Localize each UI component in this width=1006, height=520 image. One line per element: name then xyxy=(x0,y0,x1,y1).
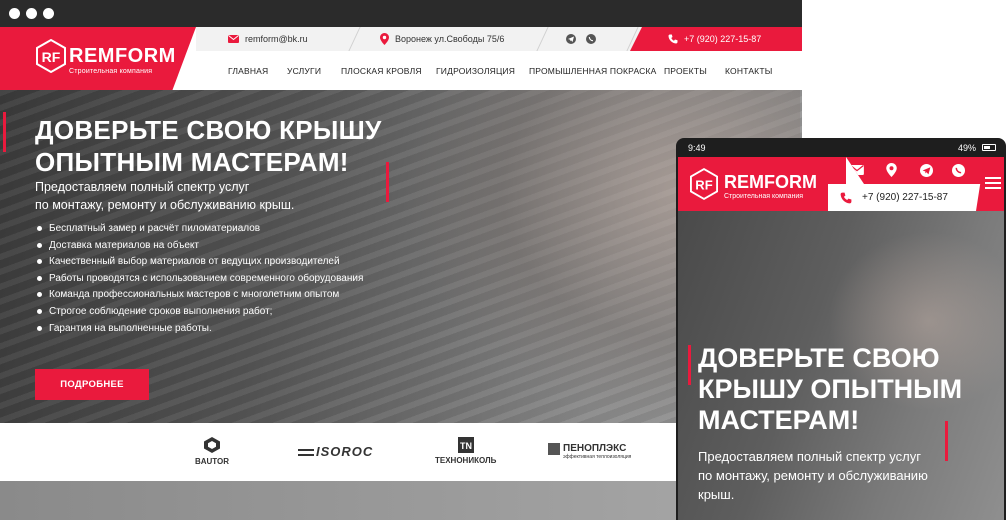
brand-tagline: Строительная компания xyxy=(724,193,804,200)
more-button[interactable]: ПОДРОБНЕЕ xyxy=(35,369,149,400)
accent-line xyxy=(3,112,6,152)
list-item: Строгое соблюдение сроков выполнения раб… xyxy=(35,305,385,318)
phone-contact[interactable]: +7 (920) 227-15-87 xyxy=(630,27,802,51)
mail-icon[interactable] xyxy=(850,165,864,175)
brand-penoplex[interactable]: ПЕНОПЛЭКС эффективная теплоизоляция xyxy=(548,443,631,460)
phone-text: +7 (920) 227-15-87 xyxy=(862,192,948,203)
brand-isoroc[interactable]: ISOROC xyxy=(298,444,373,459)
list-item: Команда профессиональных мастеров с мног… xyxy=(35,288,385,301)
mobile-header: RF REMFORM Строительная компания +7 (920… xyxy=(678,157,1004,211)
email-contact[interactable]: remform@bk.ru xyxy=(228,27,308,51)
window-dot-close[interactable] xyxy=(9,8,20,19)
brand-name: REMFORM xyxy=(69,45,176,67)
main-nav: ГЛАВНАЯ УСЛУГИ ПЛОСКАЯ КРОВЛЯ ГИДРОИЗОЛЯ… xyxy=(196,51,802,90)
divider xyxy=(348,27,361,51)
window-dot-maximize[interactable] xyxy=(43,8,54,19)
svg-text:RF: RF xyxy=(42,49,61,65)
isoroc-logo-icon xyxy=(298,449,314,457)
phone-icon xyxy=(668,34,678,44)
brand-bautor[interactable]: BAUTOR xyxy=(190,437,234,466)
messenger-links xyxy=(566,27,596,51)
accent-line xyxy=(386,162,389,202)
location-pin-icon[interactable] xyxy=(886,163,897,177)
svg-text:RF: RF xyxy=(695,178,712,193)
browser-chrome xyxy=(0,0,802,27)
telegram-icon[interactable] xyxy=(566,34,576,44)
window-dot-minimize[interactable] xyxy=(26,8,37,19)
battery-icon xyxy=(982,144,996,151)
battery-level: 49% xyxy=(957,143,976,153)
nav-item-contacts[interactable]: КОНТАКТЫ xyxy=(725,66,772,76)
bautor-logo-icon xyxy=(204,437,220,453)
rf-logo-icon: RF xyxy=(36,39,66,73)
list-item: Качественный выбор материалов от ведущих… xyxy=(35,255,385,268)
list-item: Работы проводятся с использованием совре… xyxy=(35,272,365,285)
mobile-mockup: 9:49 49% RF REMFORM Строительная компани… xyxy=(676,138,1006,520)
mobile-hero-lead: Предоставляем полный спектр услуг по мон… xyxy=(698,449,928,502)
brand-tagline: Строительная компания xyxy=(69,68,153,75)
telegram-icon[interactable] xyxy=(920,164,933,177)
nav-item-waterproofing[interactable]: ГИДРОИЗОЛЯЦИЯ xyxy=(436,66,515,76)
brand-technonicol[interactable]: TN ТЕХНОНИКОЛЬ xyxy=(435,437,496,465)
divider xyxy=(536,27,549,51)
rf-logo-icon: RF xyxy=(690,168,718,200)
status-time: 9:49 xyxy=(688,143,706,153)
location-pin-icon xyxy=(380,33,389,45)
brand-name: REMFORM xyxy=(724,172,817,192)
phone-text: +7 (920) 227-15-87 xyxy=(684,34,762,44)
nav-item-projects[interactable]: ПРОЕКТЫ xyxy=(664,66,707,76)
mobile-hero-section: ДОВЕРЬТЕ СВОЮ КРЫШУ ОПЫТНЫМ МАСТЕРАМ! Пр… xyxy=(678,211,1004,520)
address-text: Воронеж ул.Свободы 75/6 xyxy=(395,34,505,44)
nav-item-industrial-painting[interactable]: ПРОМЫШЛЕННАЯ ПОКРАСКА xyxy=(529,66,657,76)
list-item: Доставка материалов на объект xyxy=(35,239,385,252)
list-item: Гарантия на выполненные работы. xyxy=(35,322,385,335)
phone-icon xyxy=(840,192,852,204)
address-contact[interactable]: Воронеж ул.Свободы 75/6 xyxy=(380,27,504,51)
mobile-phone-contact[interactable]: +7 (920) 227-15-87 xyxy=(828,184,978,211)
mobile-status-bar: 9:49 49% xyxy=(676,138,1006,157)
mobile-contact-icons xyxy=(846,157,1004,184)
email-text: remform@bk.ru xyxy=(245,34,308,44)
nav-item-flat-roof[interactable]: ПЛОСКАЯ КРОВЛЯ xyxy=(341,66,422,76)
accent-line xyxy=(688,345,691,385)
hero-lead: Предоставляем полный спектр услуг по мон… xyxy=(35,180,295,212)
mail-icon xyxy=(228,35,239,43)
whatsapp-icon[interactable] xyxy=(952,164,965,177)
svg-text:TN: TN xyxy=(460,441,472,451)
tn-logo-icon: TN xyxy=(457,437,474,453)
whatsapp-icon[interactable] xyxy=(586,34,596,44)
nav-item-services[interactable]: УСЛУГИ xyxy=(287,66,321,76)
mobile-logo[interactable]: RF REMFORM Строительная компания xyxy=(678,157,846,211)
penoplex-logo-icon xyxy=(548,443,560,455)
logo[interactable]: RF REMFORM Строительная компания xyxy=(0,27,196,90)
nav-item-home[interactable]: ГЛАВНАЯ xyxy=(228,66,268,76)
benefits-list: Бесплатный замер и расчёт пиломатериалов… xyxy=(35,222,385,338)
list-item: Бесплатный замер и расчёт пиломатериалов xyxy=(35,222,385,235)
site-header: RF REMFORM Строительная компания remform… xyxy=(0,27,802,90)
contact-topbar: remform@bk.ru Воронеж ул.Свободы 75/6 +7… xyxy=(196,27,802,51)
mobile-hero-title: ДОВЕРЬТЕ СВОЮ КРЫШУ ОПЫТНЫМ МАСТЕРАМ! xyxy=(698,343,963,435)
hero-title: ДОВЕРЬТЕ СВОЮ КРЫШУ ОПЫТНЫМ МАСТЕРАМ! xyxy=(35,115,382,177)
